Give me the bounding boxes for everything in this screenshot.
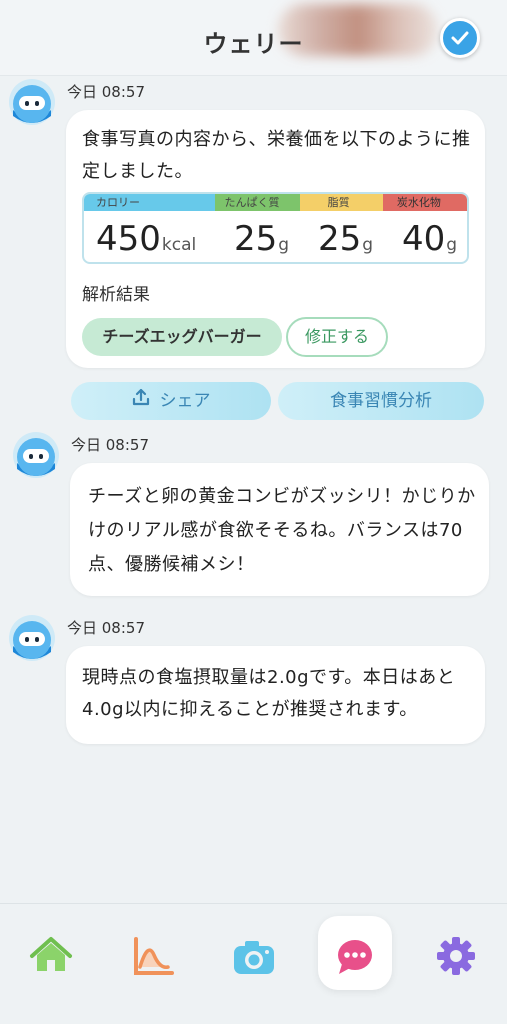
calories-header: カロリー [84, 194, 215, 211]
edit-button[interactable]: 修正する [286, 317, 388, 357]
verified-check-icon[interactable] [440, 18, 480, 58]
message-text: チーズと卵の黄金コンビがズッシリ！かじりかけのリアル感が食欲そそるね。バランスは… [88, 486, 476, 575]
bot-avatar [8, 614, 56, 662]
carbs-value: 40g [402, 219, 458, 259]
app-root: ウェリー 今日 08:57 食事写真の内容から、栄養価を以下のように推定しました… [0, 0, 507, 1024]
food-tag[interactable]: チーズエッグバーガー [82, 318, 282, 356]
share-label: シェア [159, 391, 211, 411]
bot-avatar [12, 431, 60, 479]
carbs-header: 炭水化物 [382, 194, 467, 211]
share-button[interactable]: シェア [71, 382, 271, 420]
nutrition-message-bubble: 食事写真の内容から、栄養価を以下のように推定しました。 カロリー たんぱく質 脂… [66, 110, 485, 368]
protein-header: たんぱく質 [214, 194, 300, 211]
page-title: ウェリー [203, 30, 304, 58]
camera-icon[interactable] [229, 931, 279, 981]
message-text: 現時点の食塩摂取量は2.0gです。本日はあと4.0g以内に抑えることが推奨されま… [82, 667, 456, 720]
bottom-nav [0, 903, 507, 1024]
calories-value: 450kcal [96, 219, 197, 259]
message-timestamp: 今日 08:57 [67, 83, 145, 101]
message-bubble: チーズと卵の黄金コンビがズッシリ！かじりかけのリアル感が食欲そそるね。バランスは… [70, 463, 489, 596]
analysis-result-label: 解析結果 [82, 285, 150, 305]
chat-icon[interactable] [330, 931, 380, 981]
share-icon [132, 382, 150, 420]
bot-avatar [8, 78, 56, 126]
fat-value: 25g [318, 219, 374, 259]
chart-icon[interactable] [128, 931, 178, 981]
message-timestamp: 今日 08:57 [67, 619, 145, 637]
nutrition-table: カロリー たんぱく質 脂質 炭水化物 450kcal 25g 25g 40g [82, 192, 469, 264]
home-icon[interactable] [26, 931, 76, 981]
meal-habit-analysis-button[interactable]: 食事習慣分析 [278, 382, 484, 420]
fat-header: 脂質 [299, 194, 383, 211]
message-timestamp: 今日 08:57 [71, 436, 149, 454]
message-bubble: 現時点の食塩摂取量は2.0gです。本日はあと4.0g以内に抑えることが推奨されま… [66, 646, 485, 744]
settings-icon[interactable] [431, 931, 481, 981]
protein-value: 25g [234, 219, 290, 259]
header: ウェリー [0, 0, 507, 76]
message-text: 食事写真の内容から、栄養価を以下のように推定しました。 [82, 129, 471, 182]
